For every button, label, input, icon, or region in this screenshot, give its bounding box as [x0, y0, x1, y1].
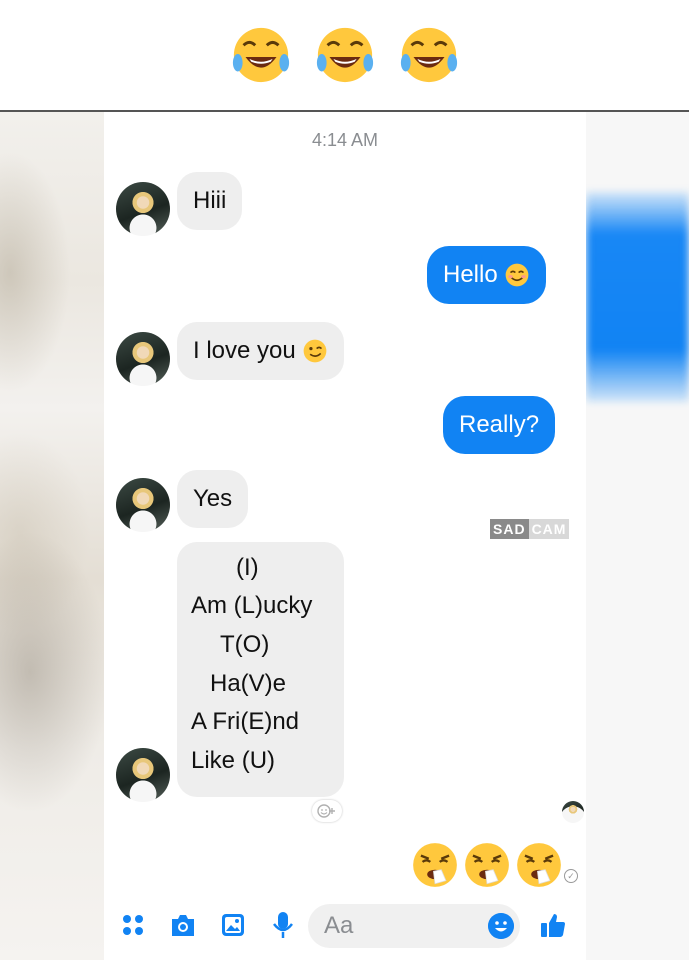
gallery-button[interactable]: [218, 910, 248, 940]
message-text: I love you: [193, 337, 296, 364]
blurred-bubble-shape: [586, 192, 689, 402]
contact-avatar[interactable]: [116, 182, 170, 236]
message-timestamp: 4:14 AM: [311, 130, 379, 150]
incoming-message[interactable]: Yes: [177, 470, 249, 528]
laughing-emoji-icon: [400, 27, 457, 83]
tired-face-emoji-icon: [413, 843, 457, 887]
gallery-icon: [222, 914, 244, 936]
laughing-emoji-icon: [316, 27, 373, 83]
tired-face-emoji-icon: [517, 843, 561, 887]
add-reaction-icon: [317, 804, 335, 818]
message-input[interactable]: [322, 911, 476, 941]
camera-button[interactable]: [168, 910, 198, 940]
message-text: Hiii: [193, 187, 227, 214]
sticker-message[interactable]: [410, 840, 564, 890]
outgoing-message[interactable]: Hello: [427, 246, 546, 304]
message-composer: [104, 894, 586, 960]
voice-message-button[interactable]: [268, 910, 298, 940]
watermark-logo: SAD CAM: [490, 517, 570, 541]
blurred-background-left: [0, 112, 104, 960]
message-line: A Fri(E)nd: [191, 708, 300, 735]
microphone-icon: [273, 912, 293, 938]
incoming-message[interactable]: (I) Am (L)ucky T(O) Ha(V)e A Fri(E)nd Li…: [177, 542, 344, 797]
blurred-background-right: [586, 112, 689, 960]
top-emoji-banner: [0, 0, 689, 112]
seen-by-avatar: [562, 801, 584, 823]
incoming-message[interactable]: I love you: [177, 322, 344, 380]
message-line: Like (U): [191, 747, 276, 774]
camera-icon: [172, 915, 194, 936]
winking-emoji-icon: [303, 339, 327, 363]
incoming-message[interactable]: Hiii: [177, 172, 243, 230]
thumbs-up-icon: [541, 914, 565, 937]
message-input-container[interactable]: [308, 904, 520, 948]
tired-face-emoji-icon: [465, 843, 509, 887]
message-text: Hello: [443, 261, 498, 288]
contact-avatar[interactable]: [116, 478, 170, 532]
chat-thread[interactable]: 4:14 AM Hiii Hello I love you Really? Ye…: [104, 112, 586, 960]
message-text: Yes: [193, 485, 233, 512]
contact-avatar[interactable]: [116, 332, 170, 386]
message-line: Ha(V)e: [210, 670, 287, 697]
message-text: Really?: [459, 411, 540, 438]
smiling-emoji-icon: [505, 263, 529, 287]
laughing-emoji-icon: [232, 27, 289, 83]
message-line: (I): [236, 554, 259, 581]
menu-dots-icon: [123, 915, 143, 935]
emoji-icon[interactable]: [488, 913, 514, 939]
like-button[interactable]: [538, 910, 568, 940]
message-line: T(O): [220, 631, 270, 658]
add-reaction-button[interactable]: [312, 800, 342, 822]
outgoing-message[interactable]: Really?: [443, 396, 556, 454]
contact-avatar[interactable]: [116, 748, 170, 802]
menu-dots-button[interactable]: [118, 910, 148, 940]
delivered-check-icon: ✓: [564, 869, 578, 883]
message-line: Am (L)ucky: [191, 592, 313, 619]
